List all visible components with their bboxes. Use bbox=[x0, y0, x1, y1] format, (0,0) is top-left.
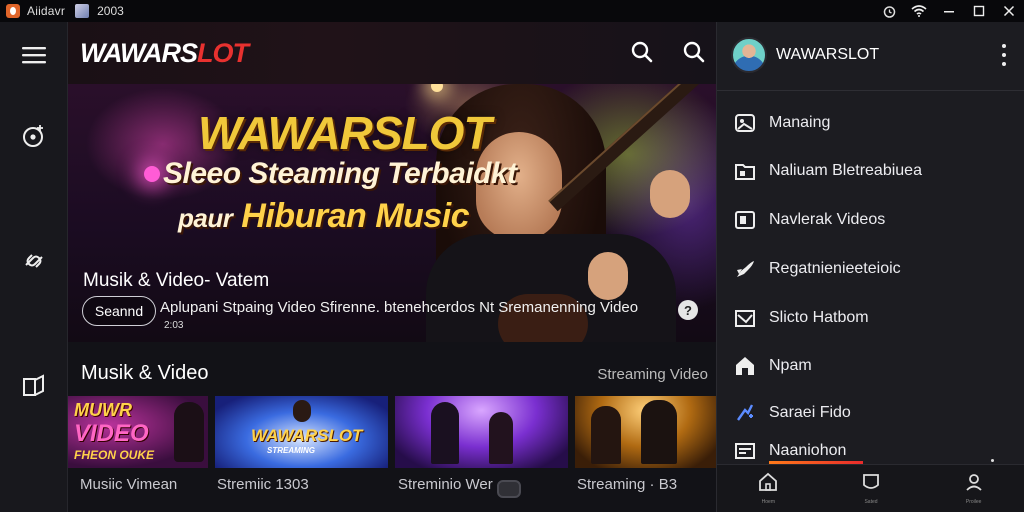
video-caption: Musiic Vimean bbox=[80, 476, 178, 493]
main-content: WAWARSLOT WAWARSLOT Sleeo Steaming Terba… bbox=[68, 22, 716, 512]
nav-saved[interactable]: Sated bbox=[820, 465, 923, 512]
stage-light bbox=[144, 166, 160, 182]
nav-profile[interactable]: Proilee bbox=[922, 465, 1024, 512]
drawer-item-npam[interactable]: Npam bbox=[717, 344, 1024, 388]
stage-light bbox=[431, 84, 443, 92]
app-icon bbox=[6, 4, 20, 18]
video-caption: Streaming · B3 bbox=[577, 476, 678, 493]
wifi-icon[interactable] bbox=[904, 0, 934, 22]
side-drawer: WAWARSLOT Manaing Naliuam Bletreabiuea N… bbox=[716, 22, 1024, 512]
search-icon[interactable] bbox=[630, 40, 654, 69]
folder-icon bbox=[734, 160, 756, 182]
avatar[interactable] bbox=[731, 37, 767, 73]
maximize-icon[interactable] bbox=[964, 0, 994, 22]
left-rail bbox=[0, 22, 68, 512]
more-options-icon[interactable] bbox=[1002, 44, 1006, 66]
section-title: Musik & Video bbox=[81, 362, 209, 384]
book-icon[interactable] bbox=[0, 366, 68, 406]
video-icon bbox=[734, 209, 756, 231]
window-titlebar: Aiidavr 2003 bbox=[0, 0, 1024, 22]
video-caption: Streminio Wer bbox=[398, 476, 493, 493]
video-caption: Stremiic 1303 bbox=[217, 476, 309, 493]
drawer-item-manaing[interactable]: Manaing bbox=[717, 101, 1024, 145]
rocket-icon bbox=[734, 258, 756, 280]
spark-icon bbox=[734, 402, 756, 424]
hero-headline: Sleeo Steaming Terbaidkt bbox=[163, 157, 517, 190]
drawer-item-saraei-fido[interactable]: Saraei Fido bbox=[717, 391, 1024, 435]
hero-title: WAWARSLOT bbox=[198, 107, 492, 159]
bottom-nav: Hoem Sated Proilee bbox=[717, 464, 1024, 512]
drawer-header: WAWARSLOT bbox=[717, 22, 1024, 88]
hero-action-button[interactable]: Seannd bbox=[82, 296, 156, 326]
hero-subtitle: Musik & Video- Vatem bbox=[83, 270, 270, 291]
divider bbox=[717, 90, 1024, 91]
hero-banner[interactable]: WAWARSLOT Sleeo Steaming Terbaidkt paur … bbox=[68, 84, 716, 342]
home-icon bbox=[758, 472, 778, 497]
shield-icon bbox=[861, 472, 881, 497]
nav-home[interactable]: Hoem bbox=[717, 465, 820, 512]
scroll-dot bbox=[991, 459, 994, 462]
info-icon[interactable]: ? bbox=[678, 300, 698, 320]
menu-icon[interactable] bbox=[0, 35, 68, 75]
video-thumbnail[interactable] bbox=[575, 396, 716, 468]
settings-icon bbox=[734, 440, 756, 462]
window-title: Aiidavr bbox=[27, 4, 66, 18]
hero-description: Aplupani Stpaing Video Sfirenne. btenehc… bbox=[160, 299, 639, 316]
close-icon[interactable] bbox=[994, 0, 1024, 22]
hero-headline-2: paur Hiburan Music bbox=[178, 197, 470, 235]
home-indicator[interactable] bbox=[497, 480, 521, 498]
user-name: WAWARSLOT bbox=[776, 46, 880, 63]
alarm-icon[interactable] bbox=[874, 0, 904, 22]
minimize-icon[interactable] bbox=[934, 0, 964, 22]
profile-icon bbox=[964, 472, 984, 497]
drawer-item-slicto-hatbom[interactable]: Slicto Hatbom bbox=[717, 296, 1024, 340]
video-thumbnail[interactable]: MUWR VIDEO FHEON OUKE bbox=[68, 396, 208, 468]
brand-logo[interactable]: WAWARSLOT bbox=[80, 38, 249, 69]
search-icon-secondary[interactable] bbox=[682, 40, 706, 69]
singer-hand bbox=[650, 170, 690, 218]
section-more-link[interactable]: Streaming Video bbox=[597, 366, 708, 383]
video-thumbnail[interactable]: WAWARSLOT STREAMING bbox=[215, 396, 388, 468]
window-year: 2003 bbox=[97, 4, 124, 18]
drawer-item-regatnienieeteioic[interactable]: Regatnienieeteioic bbox=[717, 247, 1024, 291]
music-disc-icon[interactable] bbox=[0, 116, 68, 156]
link-icon[interactable] bbox=[0, 241, 68, 281]
home-icon bbox=[734, 355, 756, 377]
window-thumbnail-icon bbox=[75, 4, 90, 18]
video-thumbnail[interactable] bbox=[395, 396, 568, 468]
drawer-item-navlerak-videos[interactable]: Navlerak Videos bbox=[717, 198, 1024, 242]
hero-duration: 2:03 bbox=[164, 320, 184, 331]
drawer-item-naliuam[interactable]: Naliuam Bletreabiuea bbox=[717, 149, 1024, 193]
drawer-item-naaniohon[interactable]: Naaniohon bbox=[717, 439, 1024, 463]
image-icon bbox=[734, 307, 756, 329]
top-app-bar: WAWARSLOT bbox=[68, 22, 716, 84]
singer-hand bbox=[588, 252, 628, 300]
photo-icon bbox=[734, 112, 756, 134]
